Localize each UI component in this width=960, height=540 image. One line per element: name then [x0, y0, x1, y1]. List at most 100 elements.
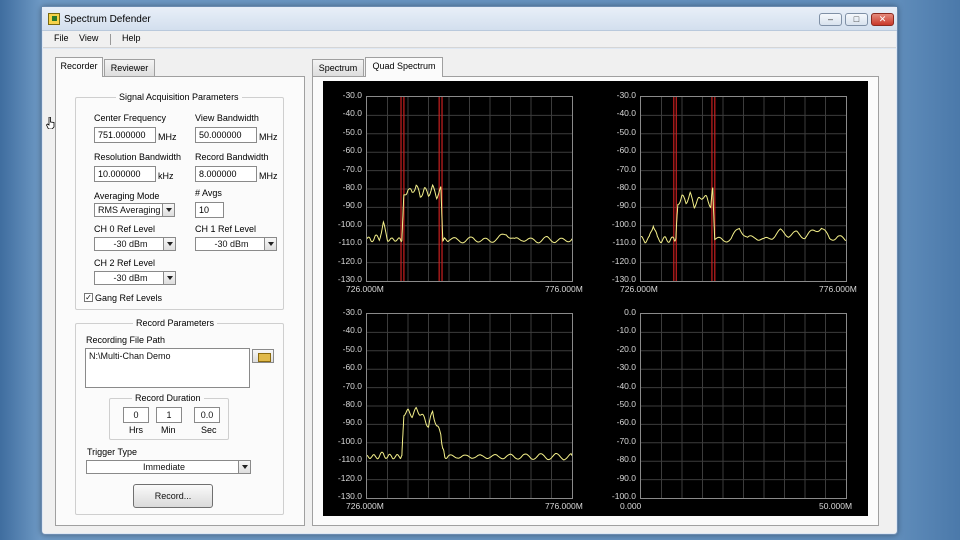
- resolution-bandwidth-unit: kHz: [158, 171, 174, 181]
- y-tick-label: -70.0: [616, 163, 636, 174]
- y-tick-label: -100.0: [611, 491, 636, 501]
- tab-recorder[interactable]: Recorder: [55, 57, 103, 77]
- y-tick-label: -50.0: [616, 399, 636, 409]
- y-tick-label: -100.0: [337, 218, 362, 229]
- y-tick-label: -90.0: [616, 200, 636, 211]
- y-tick-label: -50.0: [342, 343, 362, 354]
- view-bandwidth-label: View Bandwidth: [195, 113, 259, 123]
- ch0-ref-label: CH 0 Ref Level: [94, 224, 156, 234]
- view-bandwidth-input[interactable]: 50.000000: [195, 127, 257, 143]
- tab-spectrum[interactable]: Spectrum: [312, 59, 364, 77]
- resolution-bandwidth-input[interactable]: 10.000000: [94, 166, 156, 182]
- center-frequency-unit: MHz: [158, 132, 177, 142]
- menu-file[interactable]: File: [54, 33, 69, 43]
- ch1-ref-value: -30 dBm: [214, 239, 249, 249]
- y-tick-label: -120.0: [337, 255, 362, 266]
- spectrum-plot-ch1[interactable]: [640, 96, 847, 282]
- resolution-bandwidth-label: Resolution Bandwidth: [94, 152, 182, 162]
- y-tick-label: -80.0: [342, 399, 362, 409]
- file-path-label: Recording File Path: [86, 335, 166, 345]
- ch2-ref-select[interactable]: -30 dBm: [94, 271, 176, 285]
- y-tick-label: -60.0: [616, 417, 636, 428]
- record-button[interactable]: Record...: [133, 484, 213, 508]
- y-tick-label: -120.0: [337, 472, 362, 483]
- y-tick-label: -40.0: [342, 325, 362, 336]
- y-tick-label: -30.0: [342, 90, 362, 100]
- trigger-type-label: Trigger Type: [87, 447, 138, 457]
- title-bar: Spectrum Defender – □ ✕: [42, 7, 897, 31]
- y-tick-label: -100.0: [337, 435, 362, 446]
- y-tick-label: -50.0: [342, 126, 362, 137]
- duration-hrs-input[interactable]: 0: [123, 407, 149, 423]
- duration-min-input[interactable]: 1: [156, 407, 182, 423]
- menu-view[interactable]: View: [79, 33, 98, 43]
- y-tick-label: -80.0: [616, 454, 636, 465]
- y-tick-label: -60.0: [342, 145, 362, 156]
- y-tick-label: -70.0: [616, 435, 636, 446]
- recorder-panel: Signal Acquisition Parameters Center Fre…: [55, 76, 305, 526]
- x-tick-label-end: 50.000M: [819, 501, 853, 511]
- plot-svg: [641, 97, 846, 281]
- spectrum-plot-ch0[interactable]: [366, 96, 573, 282]
- record-bandwidth-label: Record Bandwidth: [195, 152, 269, 162]
- y-tick-label: -130.0: [611, 274, 636, 284]
- y-tick-label: -110.0: [338, 237, 362, 248]
- tab-reviewer[interactable]: Reviewer: [104, 59, 155, 77]
- chevron-down-icon: [163, 238, 175, 250]
- ch1-ref-select[interactable]: -30 dBm: [195, 237, 277, 251]
- averaging-mode-value: RMS Averaging: [98, 205, 161, 215]
- file-path-input[interactable]: N:\Multi-Chan Demo: [85, 348, 250, 388]
- x-tick-label-start: 0.000: [620, 501, 642, 511]
- duration-hrs-label: Hrs: [129, 425, 143, 435]
- averaging-mode-select[interactable]: RMS Averaging: [94, 203, 175, 217]
- y-tick-label: -50.0: [616, 126, 636, 137]
- y-tick-label: -80.0: [616, 182, 636, 192]
- minimize-button[interactable]: –: [819, 13, 842, 26]
- x-tick-label-end: 776.000M: [819, 284, 857, 294]
- y-tick-label: -10.0: [616, 325, 636, 336]
- signal-acquisition-title: Signal Acquisition Parameters: [116, 92, 242, 102]
- trigger-type-select[interactable]: Immediate: [86, 460, 251, 474]
- duration-sec-input[interactable]: 0.0: [194, 407, 220, 423]
- menu-separator: [110, 34, 111, 45]
- chevron-down-icon: [162, 204, 174, 216]
- trigger-type-value: Immediate: [142, 462, 186, 472]
- averaging-mode-label: Averaging Mode: [94, 191, 160, 201]
- ch0-ref-select[interactable]: -30 dBm: [94, 237, 176, 251]
- y-tick-label: -110.0: [338, 454, 362, 465]
- record-bandwidth-input[interactable]: 8.000000: [195, 166, 257, 182]
- tab-quad-spectrum[interactable]: Quad Spectrum: [365, 57, 443, 77]
- y-tick-label: -100.0: [611, 218, 636, 229]
- y-tick-label: -30.0: [342, 307, 362, 317]
- gang-ref-label: Gang Ref Levels: [95, 293, 163, 303]
- x-tick-label-end: 776.000M: [545, 284, 583, 294]
- record-bandwidth-unit: MHz: [259, 171, 278, 181]
- x-tick-label-start: 726.000M: [346, 501, 384, 511]
- maximize-button[interactable]: □: [845, 13, 868, 26]
- ch1-ref-label: CH 1 Ref Level: [195, 224, 257, 234]
- y-tick-label: -70.0: [342, 163, 362, 174]
- num-avgs-label: # Avgs: [195, 188, 222, 198]
- record-duration-title: Record Duration: [132, 393, 204, 403]
- y-tick-label: -20.0: [616, 343, 636, 354]
- x-tick-label-start: 726.000M: [620, 284, 658, 294]
- y-tick-label: -60.0: [616, 145, 636, 156]
- center-frequency-input[interactable]: 751.000000: [94, 127, 156, 143]
- num-avgs-input[interactable]: 10: [195, 202, 224, 218]
- hand-cursor-icon: [46, 117, 55, 129]
- folder-browse-button[interactable]: [252, 349, 274, 363]
- plot-svg: [367, 314, 572, 498]
- window-title: Spectrum Defender: [64, 14, 151, 25]
- center-frequency-label: Center Frequency: [94, 113, 167, 123]
- ch0-ref-value: -30 dBm: [113, 239, 148, 249]
- close-button[interactable]: ✕: [871, 13, 894, 26]
- y-tick-label: -40.0: [616, 380, 636, 391]
- x-tick-label-end: 776.000M: [545, 501, 583, 511]
- chevron-down-icon: [163, 272, 175, 284]
- y-tick-label: -130.0: [337, 274, 362, 284]
- spectrum-plot-ch2[interactable]: [366, 313, 573, 499]
- spectrum-plot-empty[interactable]: [640, 313, 847, 499]
- menu-help[interactable]: Help: [122, 33, 141, 43]
- plot-svg: [641, 314, 846, 498]
- gang-ref-checkbox[interactable]: ✓: [84, 293, 93, 302]
